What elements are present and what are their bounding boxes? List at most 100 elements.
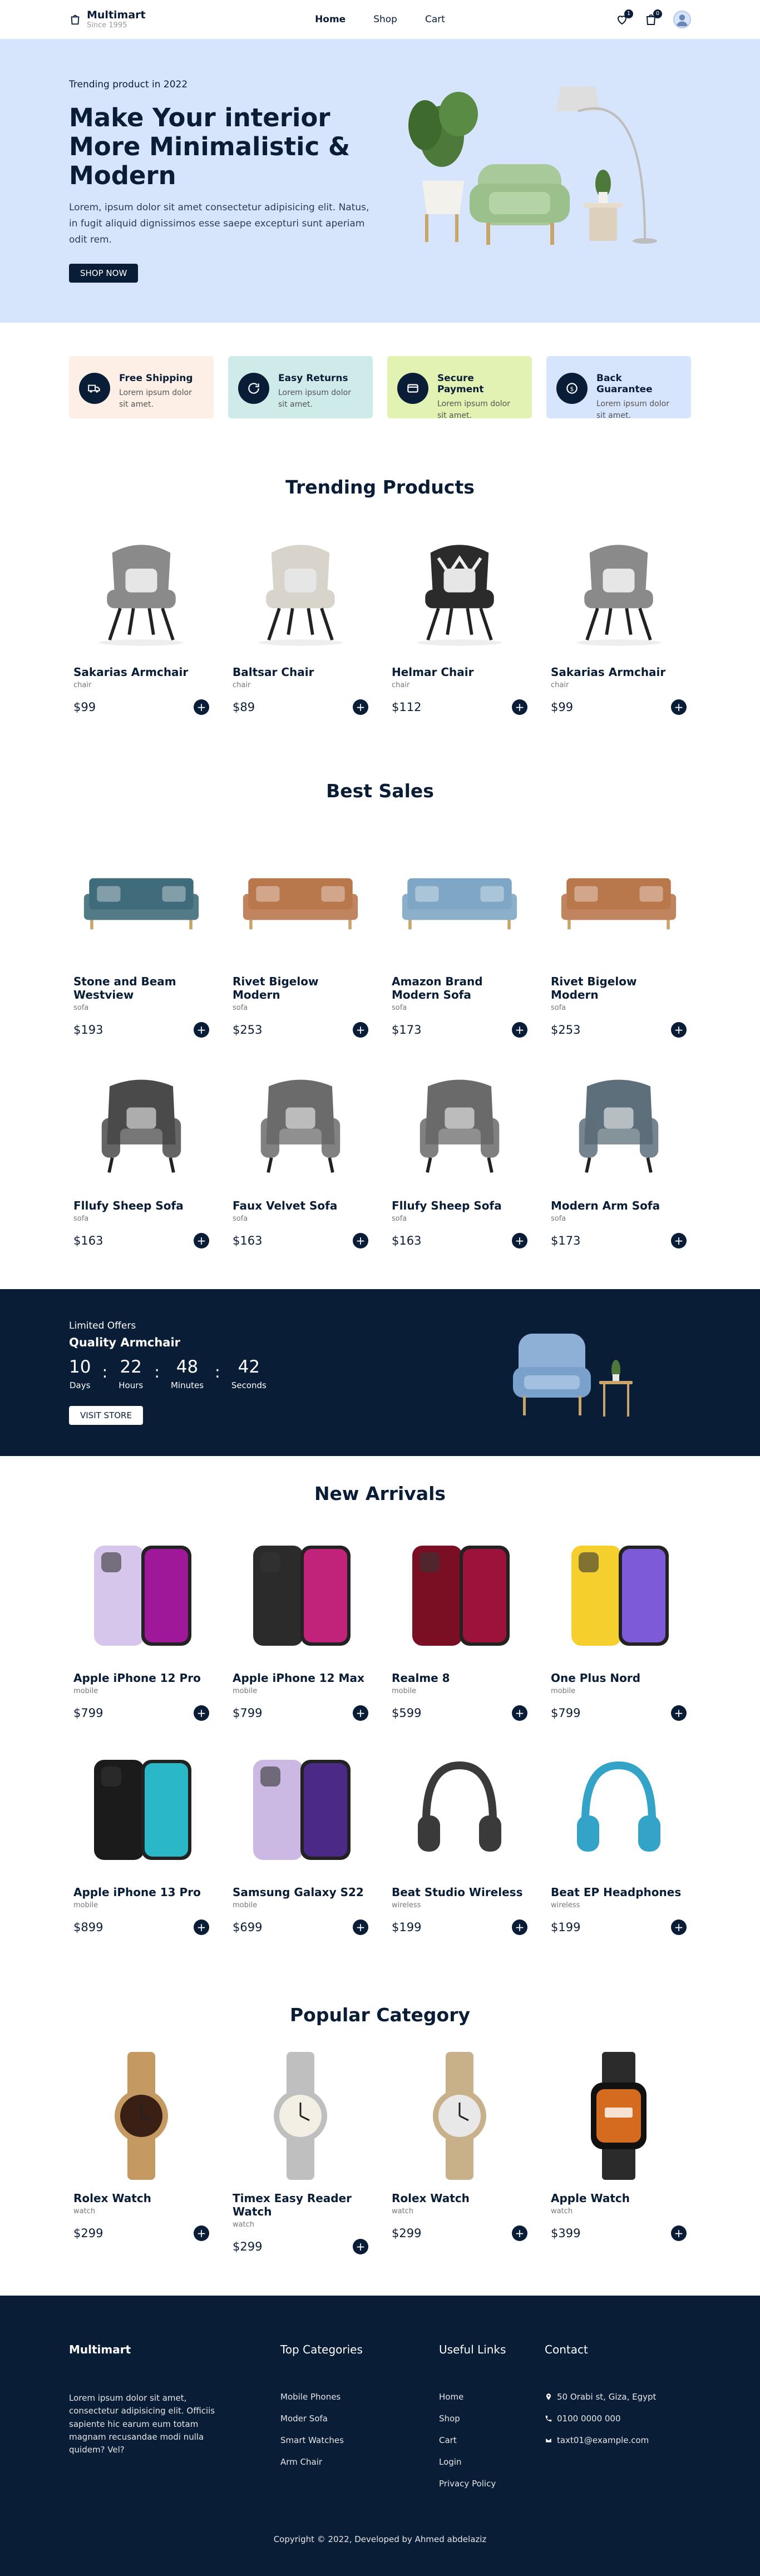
add-to-cart-button[interactable]: + xyxy=(671,1705,687,1721)
product-name[interactable]: Timex Easy Reader Watch xyxy=(233,2192,368,2218)
product-card[interactable]: Timex Easy Reader Watch watch $299 + xyxy=(228,2049,373,2254)
add-to-cart-button[interactable]: + xyxy=(512,1919,527,1935)
footer-link-privacy[interactable]: Privacy Policy xyxy=(439,2479,545,2489)
product-name[interactable]: Fllufy Sheep Sofa xyxy=(73,1199,209,1212)
product-card[interactable]: Helmar Chair chair $112 + xyxy=(387,523,532,715)
footer-link-cart[interactable]: Cart xyxy=(439,2435,545,2445)
product-card[interactable]: Rivet Bigelow Modern sofa $253 + xyxy=(546,832,691,1038)
footer-link-smart-watches[interactable]: Smart Watches xyxy=(280,2435,439,2445)
product-card[interactable]: Amazon Brand Modern Sofa sofa $173 + xyxy=(387,832,532,1038)
nav-cart[interactable]: Cart xyxy=(425,14,445,25)
footer-link-mobile-phones[interactable]: Mobile Phones xyxy=(280,2392,439,2402)
product-name[interactable]: Apple iPhone 12 Max xyxy=(233,1671,368,1685)
product-image[interactable] xyxy=(69,832,214,966)
product-card[interactable]: Rolex Watch watch $299 + xyxy=(69,2049,214,2254)
product-image[interactable] xyxy=(228,832,373,966)
product-name[interactable]: Rolex Watch xyxy=(392,2192,527,2205)
add-to-cart-button[interactable]: + xyxy=(512,1705,527,1721)
add-to-cart-button[interactable]: + xyxy=(194,1022,209,1038)
add-to-cart-button[interactable]: + xyxy=(194,1705,209,1721)
footer-link-login[interactable]: Login xyxy=(439,2457,545,2467)
product-image[interactable] xyxy=(546,832,691,966)
product-image[interactable] xyxy=(69,2049,214,2183)
product-card[interactable]: Rivet Bigelow Modern sofa $253 + xyxy=(228,832,373,1038)
add-to-cart-button[interactable]: + xyxy=(353,1233,368,1248)
product-name[interactable]: Stone and Beam Westview xyxy=(73,975,209,1001)
product-name[interactable]: Baltsar Chair xyxy=(233,665,368,679)
add-to-cart-button[interactable]: + xyxy=(512,1022,527,1038)
product-name[interactable]: Realme 8 xyxy=(392,1671,527,1685)
product-card[interactable]: Faux Velvet Sofa sofa $163 + xyxy=(228,1057,373,1248)
add-to-cart-button[interactable]: + xyxy=(671,1233,687,1248)
product-image[interactable] xyxy=(69,1743,214,1877)
add-to-cart-button[interactable]: + xyxy=(671,1022,687,1038)
favorites-button[interactable]: 1 xyxy=(615,9,633,26)
cart-button[interactable]: 0 xyxy=(644,9,662,26)
product-name[interactable]: Sakarias Armchair xyxy=(551,665,687,679)
product-card[interactable]: Fllufy Sheep Sofa sofa $163 + xyxy=(387,1057,532,1248)
product-card[interactable]: Samsung Galaxy S22 mobile $699 + xyxy=(228,1743,373,1935)
add-to-cart-button[interactable]: + xyxy=(194,2225,209,2241)
product-image[interactable] xyxy=(387,832,532,966)
add-to-cart-button[interactable]: + xyxy=(353,1022,368,1038)
product-image[interactable] xyxy=(546,1743,691,1877)
footer-link-modern-sofa[interactable]: Moder Sofa xyxy=(280,2414,439,2424)
product-image[interactable] xyxy=(387,1057,532,1190)
product-card[interactable]: Sakarias Armchair chair $99 + xyxy=(546,523,691,715)
add-to-cart-button[interactable]: + xyxy=(353,2239,368,2254)
product-name[interactable]: Sakarias Armchair xyxy=(73,665,209,679)
product-image[interactable] xyxy=(387,1529,532,1662)
product-image[interactable] xyxy=(228,1529,373,1662)
product-card[interactable]: Apple iPhone 13 Pro mobile $899 + xyxy=(69,1743,214,1935)
product-card[interactable]: Modern Arm Sofa sofa $173 + xyxy=(546,1057,691,1248)
product-name[interactable]: Rolex Watch xyxy=(73,2192,209,2205)
add-to-cart-button[interactable]: + xyxy=(194,699,209,715)
product-card[interactable]: One Plus Nord mobile $799 + xyxy=(546,1529,691,1721)
product-card[interactable]: Stone and Beam Westview sofa $193 + xyxy=(69,832,214,1038)
user-avatar[interactable] xyxy=(673,10,691,28)
product-image[interactable] xyxy=(228,1743,373,1877)
product-card[interactable]: Rolex Watch watch $299 + xyxy=(387,2049,532,2254)
product-image[interactable] xyxy=(228,523,373,657)
add-to-cart-button[interactable]: + xyxy=(194,1233,209,1248)
product-name[interactable]: Apple Watch xyxy=(551,2192,687,2205)
shop-now-button[interactable]: SHOP NOW xyxy=(69,263,139,283)
add-to-cart-button[interactable]: + xyxy=(512,699,527,715)
nav-shop[interactable]: Shop xyxy=(373,14,397,25)
product-image[interactable] xyxy=(228,1057,373,1190)
product-card[interactable]: Fllufy Sheep Sofa sofa $163 + xyxy=(69,1057,214,1248)
product-image[interactable] xyxy=(546,2049,691,2183)
product-card[interactable]: Baltsar Chair chair $89 + xyxy=(228,523,373,715)
product-name[interactable]: Helmar Chair xyxy=(392,665,527,679)
product-card[interactable]: Beat EP Headphones wireless $199 + xyxy=(546,1743,691,1935)
product-image[interactable] xyxy=(546,523,691,657)
footer-link-shop[interactable]: Shop xyxy=(439,2414,545,2424)
product-image[interactable] xyxy=(387,523,532,657)
product-card[interactable]: Apple Watch watch $399 + xyxy=(546,2049,691,2254)
product-image[interactable] xyxy=(69,1529,214,1662)
add-to-cart-button[interactable]: + xyxy=(353,1919,368,1935)
add-to-cart-button[interactable]: + xyxy=(353,699,368,715)
footer-link-home[interactable]: Home xyxy=(439,2392,545,2402)
add-to-cart-button[interactable]: + xyxy=(194,1919,209,1935)
product-card[interactable]: Sakarias Armchair chair $99 + xyxy=(69,523,214,715)
add-to-cart-button[interactable]: + xyxy=(512,1233,527,1248)
nav-home[interactable]: Home xyxy=(315,14,346,25)
product-image[interactable] xyxy=(387,2049,532,2183)
product-image[interactable] xyxy=(387,1743,532,1877)
product-name[interactable]: Faux Velvet Sofa xyxy=(233,1199,368,1212)
contact-email[interactable]: taxt01@example.com xyxy=(545,2435,656,2445)
logo[interactable]: Multimart Since 1995 xyxy=(69,9,236,29)
product-card[interactable]: Beat Studio Wireless wireless $199 + xyxy=(387,1743,532,1935)
product-image[interactable] xyxy=(546,1057,691,1190)
add-to-cart-button[interactable]: + xyxy=(512,2225,527,2241)
product-image[interactable] xyxy=(69,523,214,657)
visit-store-button[interactable]: VISIT STORE xyxy=(69,1406,143,1425)
product-image[interactable] xyxy=(69,1057,214,1190)
product-name[interactable]: Amazon Brand Modern Sofa xyxy=(392,975,527,1001)
add-to-cart-button[interactable]: + xyxy=(671,1919,687,1935)
product-name[interactable]: Fllufy Sheep Sofa xyxy=(392,1199,527,1212)
product-image[interactable] xyxy=(228,2049,373,2183)
product-name[interactable]: Samsung Galaxy S22 xyxy=(233,1886,368,1899)
product-name[interactable]: Apple iPhone 13 Pro xyxy=(73,1886,209,1899)
